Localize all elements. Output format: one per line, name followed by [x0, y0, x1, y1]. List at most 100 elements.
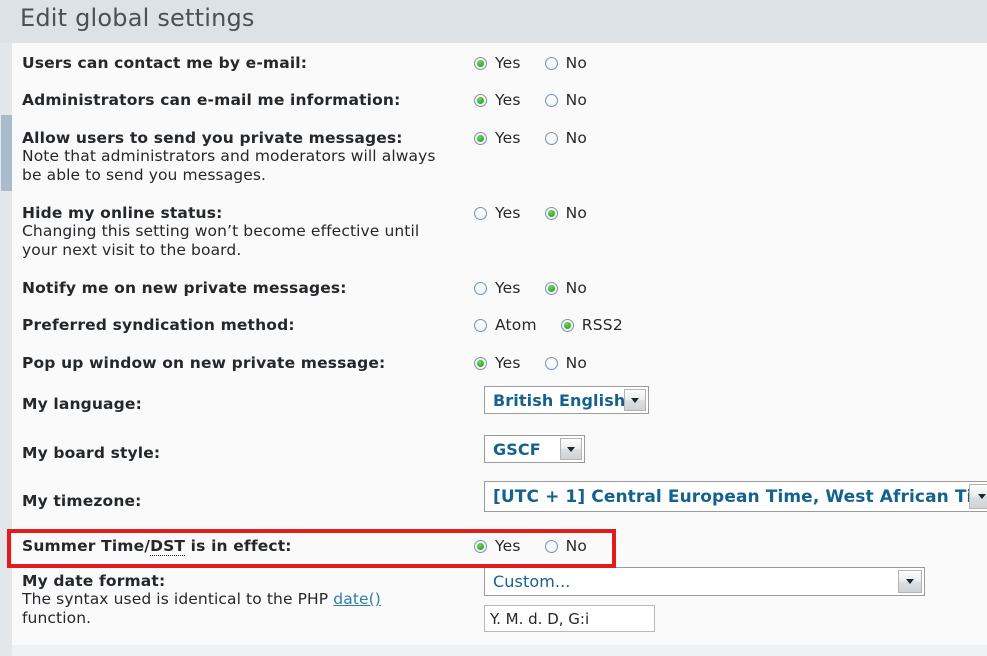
radio-no-icon[interactable]	[544, 93, 558, 107]
control-col: Yes No	[474, 129, 587, 147]
language-select-value: British English	[493, 390, 626, 410]
control-col: GSCF	[474, 435, 585, 463]
radio-group-summer-time-dst: Yes No	[474, 537, 587, 555]
timezone-select-value: [UTC + 1] Central European Time, West Af…	[493, 486, 987, 507]
control-col: Yes No	[474, 354, 587, 372]
radio-option-no[interactable]: No	[544, 54, 587, 72]
setting-label: My language:	[22, 395, 142, 413]
radio-no-icon[interactable]	[544, 56, 558, 70]
radio-rss2-label: RSS2	[581, 316, 623, 334]
radio-rss2-icon[interactable]	[560, 318, 574, 332]
setting-label: Administrators can e-mail me information…	[22, 91, 401, 109]
radio-atom-label: Atom	[495, 316, 537, 334]
date-format-select[interactable]: Custom...	[484, 567, 925, 596]
radio-group-syndication-method: Atom RSS2	[474, 316, 623, 334]
label-col: Summer Time/DST is in effect:	[22, 537, 472, 556]
custom-date-format-input[interactable]	[484, 605, 655, 632]
radio-option-yes[interactable]: Yes	[474, 129, 521, 147]
setting-label: Notify me on new private messages:	[22, 279, 347, 297]
radio-no-icon[interactable]	[544, 539, 558, 553]
vertical-scrollbar-thumb[interactable]	[1, 115, 12, 191]
radio-atom-icon[interactable]	[474, 318, 487, 332]
control-col: Yes No	[474, 54, 587, 72]
radio-no-label: No	[565, 279, 588, 297]
label-col: Notify me on new private messages:	[22, 279, 472, 297]
desc-line-1: Note that administrators and moderators …	[22, 147, 436, 165]
radio-yes-icon[interactable]	[474, 539, 487, 553]
chevron-down-icon[interactable]	[898, 570, 922, 593]
setting-label: Summer Time/DST is in effect:	[22, 537, 472, 556]
radio-option-yes[interactable]: Yes	[474, 537, 521, 555]
dst-label-pre: Summer Time/	[22, 537, 151, 555]
radio-yes-label: Yes	[495, 91, 521, 109]
radio-option-yes[interactable]: Yes	[474, 91, 521, 109]
radio-no-label: No	[565, 204, 588, 222]
radio-yes-label: Yes	[495, 129, 521, 147]
label-col: Allow users to send you private messages…	[22, 129, 472, 185]
control-col: Atom RSS2	[474, 316, 623, 334]
chevron-down-icon[interactable]	[560, 438, 582, 460]
setting-description: Changing this setting won’t become effec…	[22, 222, 472, 260]
radio-option-no[interactable]: No	[544, 91, 587, 109]
radio-no-label: No	[565, 537, 588, 555]
vertical-scrollbar-track[interactable]	[0, 43, 12, 656]
chevron-down-icon[interactable]	[969, 484, 987, 509]
radio-yes-label: Yes	[495, 204, 521, 222]
radio-option-no[interactable]: No	[544, 354, 588, 372]
radio-yes-icon[interactable]	[474, 206, 487, 220]
radio-option-no[interactable]: No	[544, 129, 588, 147]
radio-group-allow-private-messages: Yes No	[474, 129, 587, 147]
label-col: My board style:	[22, 444, 472, 462]
php-date-link[interactable]: date()	[333, 590, 381, 608]
control-col: Custom...	[474, 567, 925, 632]
radio-option-no[interactable]: No	[544, 204, 588, 222]
radio-no-icon[interactable]	[544, 281, 558, 295]
label-col: My language:	[22, 395, 472, 413]
radio-group-popup-new-pm: Yes No	[474, 354, 587, 372]
radio-option-yes[interactable]: Yes	[474, 354, 521, 372]
desc-line-2: be able to send you messages.	[22, 166, 267, 184]
desc-line-2: your next visit to the board.	[22, 241, 242, 259]
radio-yes-icon[interactable]	[474, 131, 487, 145]
settings-form: Users can contact me by e-mail: Yes No A…	[12, 43, 987, 656]
dst-abbreviation: DST	[150, 537, 186, 556]
radio-option-yes[interactable]: Yes	[474, 279, 521, 297]
board-style-select[interactable]: GSCF	[484, 435, 585, 463]
radio-option-yes[interactable]: Yes	[474, 204, 521, 222]
setting-label: My timezone:	[22, 492, 142, 510]
label-col: My date format: The syntax used is ident…	[22, 572, 472, 628]
radio-option-no[interactable]: No	[544, 537, 588, 555]
radio-no-icon[interactable]	[544, 356, 558, 370]
settings-page: Edit global settings Users can contact m…	[0, 0, 987, 656]
label-col: Administrators can e-mail me information…	[22, 91, 472, 109]
page-title: Edit global settings	[20, 4, 255, 32]
label-col: My timezone:	[22, 492, 472, 510]
radio-no-icon[interactable]	[544, 206, 558, 220]
radio-group-notify-new-pm: Yes No	[474, 279, 587, 297]
label-col: Pop up window on new private message:	[22, 354, 472, 372]
radio-no-icon[interactable]	[544, 131, 558, 145]
radio-option-no[interactable]: No	[544, 279, 588, 297]
setting-label: Users can contact me by e-mail:	[22, 54, 308, 72]
radio-yes-icon[interactable]	[474, 93, 487, 107]
radio-group-contact-by-email: Yes No	[474, 54, 587, 72]
setting-label: Hide my online status:	[22, 204, 223, 222]
setting-label: My date format:	[22, 572, 166, 590]
language-select[interactable]: British English	[484, 386, 649, 414]
radio-yes-icon[interactable]	[474, 356, 487, 370]
radio-no-label: No	[565, 354, 588, 372]
radio-option-yes[interactable]: Yes	[474, 54, 521, 72]
radio-yes-icon[interactable]	[474, 56, 487, 70]
setting-description: The syntax used is identical to the PHP …	[22, 590, 472, 628]
radio-option-atom[interactable]: Atom	[474, 316, 537, 334]
radio-yes-icon[interactable]	[474, 281, 487, 295]
timezone-select[interactable]: [UTC + 1] Central European Time, West Af…	[484, 481, 987, 512]
page-header: Edit global settings	[0, 0, 987, 43]
control-col: Yes No	[474, 279, 587, 297]
date-format-select-value: Custom...	[493, 572, 571, 591]
setting-label: My board style:	[22, 444, 161, 462]
radio-no-label: No	[565, 129, 588, 147]
label-col: Preferred syndication method:	[22, 316, 472, 334]
radio-option-rss2[interactable]: RSS2	[560, 316, 623, 334]
chevron-down-icon[interactable]	[624, 389, 646, 411]
